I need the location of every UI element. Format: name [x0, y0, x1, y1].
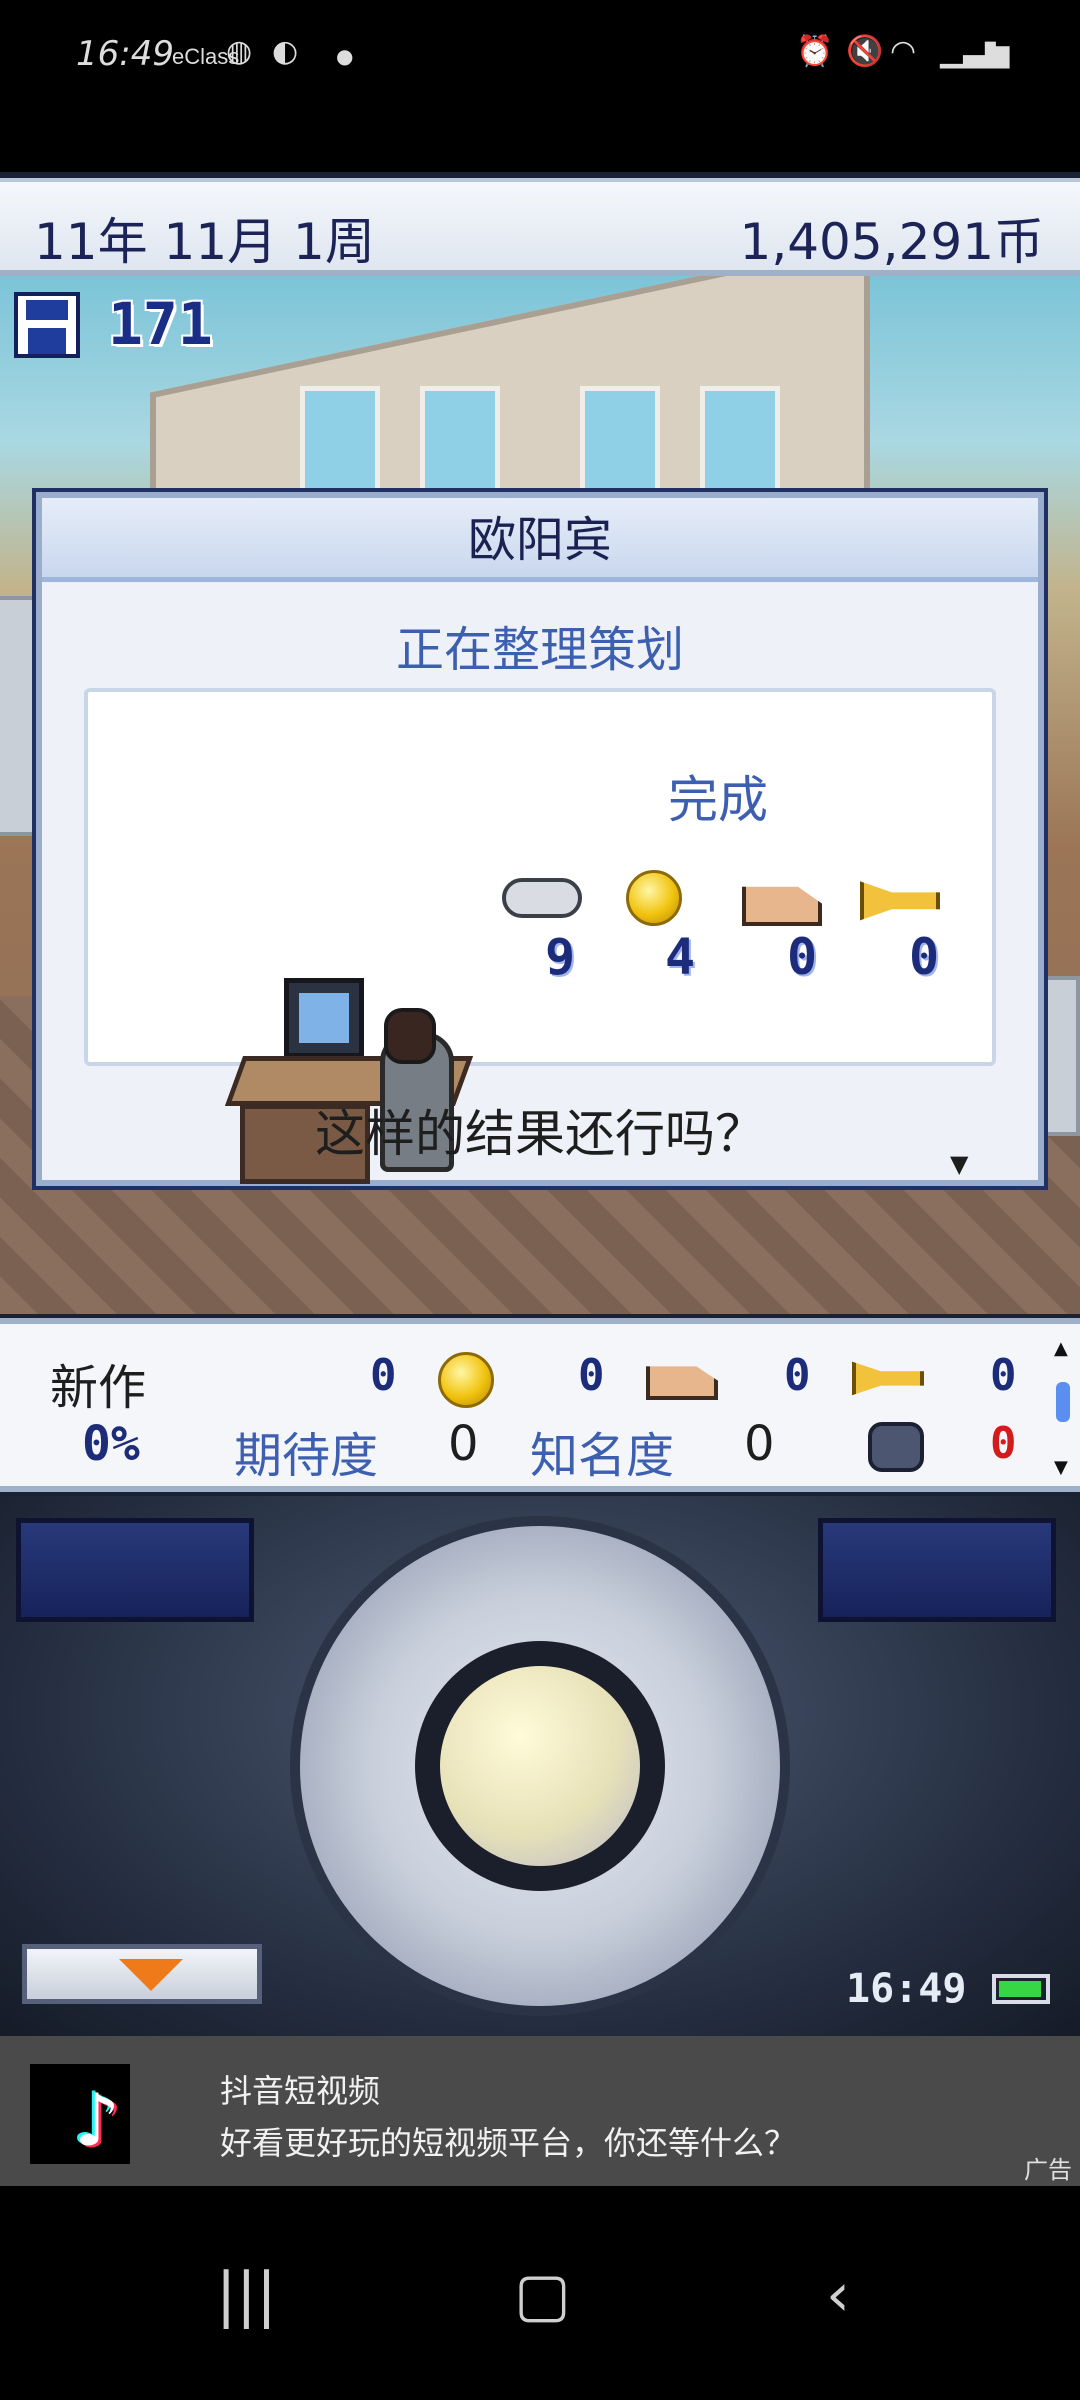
info-graphics-value: 0	[784, 1350, 811, 1401]
battery-icon	[992, 1974, 1050, 2004]
stat-sound-value: 0	[908, 928, 940, 986]
signal-icon: ▁▃▅	[940, 34, 1010, 69]
progress-dialog[interactable]: 欧阳宾 正在整理策划 完成 9 4 0 0 这样的结果还行吗？ ▼	[36, 492, 1044, 1186]
navigation-bar: ||| ▢ ‹	[0, 2186, 1080, 2400]
paint-icon	[646, 1366, 718, 1400]
fame-value: 0	[744, 1416, 775, 1472]
ad-subtitle[interactable]: 好看更好玩的短视频平台，你还等什么？	[220, 2118, 796, 2164]
mute-icon: 🔇	[846, 34, 884, 69]
info-fun-value: 0	[370, 1350, 397, 1401]
controller-clock: 16:49	[846, 1966, 967, 2012]
globe-icon: ◐	[272, 34, 299, 69]
left-action-button[interactable]	[16, 1518, 254, 1622]
bug-icon	[868, 1422, 924, 1472]
bulb-icon	[626, 870, 682, 926]
dialog-result-panel	[84, 688, 996, 1184]
back-icon[interactable]: ‹	[826, 2260, 850, 2330]
continue-arrow-icon[interactable]: ▼	[950, 1150, 968, 1178]
save-counter[interactable]: 171	[14, 290, 234, 362]
dialog-title: 欧阳宾	[42, 498, 1038, 582]
ad-tag: 广告	[1024, 2156, 1072, 2184]
recent-apps-icon[interactable]: |||	[216, 2260, 277, 2330]
bulb-icon	[438, 1352, 494, 1408]
scroll-down-icon[interactable]: ▼	[1054, 1457, 1068, 1478]
music-note-icon: ♪	[74, 2078, 120, 2162]
dialog-subtitle: 正在整理策划	[395, 622, 684, 678]
save-count: 171	[108, 290, 213, 358]
dpad-center-button[interactable]	[440, 1666, 640, 1866]
basketball-icon: ◍	[226, 34, 253, 69]
game-date: 11年 11月 1周	[34, 213, 375, 271]
expectation-value: 0	[448, 1416, 479, 1472]
floppy-disk-icon	[14, 292, 80, 358]
alarm-icon: ⏰	[796, 34, 834, 69]
result-status: 完成	[668, 771, 768, 829]
wifi-icon: ◠	[890, 34, 917, 69]
monitor-icon	[284, 978, 364, 1058]
new-game-label: 新作	[50, 1360, 147, 1416]
gamepad-icon	[502, 878, 582, 918]
bug-value: 0	[990, 1418, 1017, 1469]
battery-icon: ▮	[982, 34, 999, 69]
stat-fun-value: 9	[544, 928, 576, 986]
expectation-label: 期待度	[234, 1428, 379, 1484]
trumpet-icon	[852, 1361, 924, 1396]
virtual-controller: 16:49	[0, 1496, 1080, 2036]
info-scrollbar[interactable]: ▲ ▼	[1054, 1338, 1072, 1478]
ad-banner[interactable]: ♪ 抖音短视频 好看更好玩的短视频平台，你还等什么？ 广告	[0, 2036, 1080, 2186]
right-action-button[interactable]	[818, 1518, 1056, 1622]
progress-percent: 0%	[82, 1416, 140, 1472]
game-top-bar: 11年 11月 1周 1,405,291币	[0, 178, 1080, 276]
project-info-panel: 新作 0 0 0 0 0% 期待度 0 知名度 0 0 ▲ ▼	[0, 1318, 1080, 1744]
dot-icon: ●	[336, 44, 354, 68]
status-bar: 16:49 eClass ◍ ◐ ● ⏰ 🔇 ◠ ▁▃▅ ▮	[0, 0, 1080, 120]
stat-graphics-value: 0	[786, 928, 818, 986]
home-icon[interactable]: ▢	[514, 2260, 571, 2330]
fame-label: 知名度	[530, 1428, 675, 1484]
stat-creativity-value: 4	[664, 928, 696, 986]
status-time: 16:49	[76, 34, 174, 74]
money-counter: 1,405,291币	[739, 213, 1044, 271]
ad-title[interactable]: 抖音短视频	[220, 2066, 380, 2112]
developer-head	[384, 1008, 436, 1064]
info-sound-value: 0	[990, 1350, 1017, 1401]
scroll-thumb[interactable]	[1056, 1382, 1070, 1422]
scroll-up-icon[interactable]: ▲	[1054, 1338, 1068, 1359]
info-creativity-value: 0	[578, 1350, 605, 1401]
dpad[interactable]	[290, 1516, 790, 2016]
dialog-question: 这样的结果还行吗？	[315, 1105, 765, 1163]
tiktok-logo[interactable]: ♪	[30, 2064, 130, 2164]
menu-down-button[interactable]	[22, 1944, 262, 2004]
